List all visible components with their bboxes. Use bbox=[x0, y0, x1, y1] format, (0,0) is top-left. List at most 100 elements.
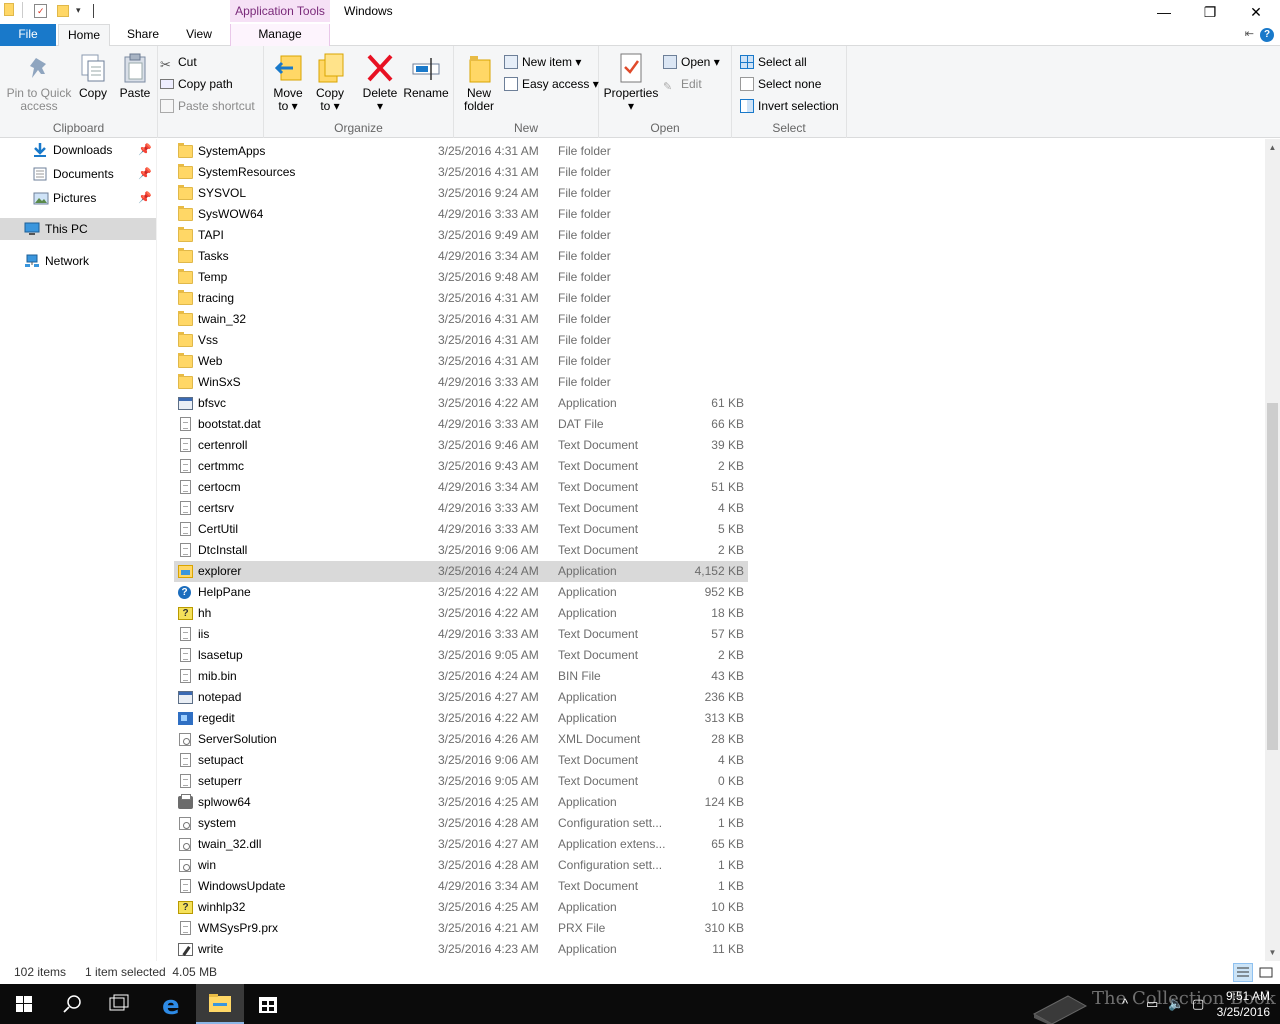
show-hidden-icons-icon[interactable]: ^ bbox=[1122, 996, 1128, 1011]
paste-button[interactable]: Paste bbox=[116, 52, 154, 100]
edit-button[interactable]: ✎ Edit bbox=[663, 74, 702, 94]
file-row[interactable]: Tasks 4/29/2016 3:34 AM File folder bbox=[174, 246, 748, 267]
file-row[interactable]: bfsvc 3/25/2016 4:22 AM Application 61 KB bbox=[174, 393, 748, 414]
nav-item-pictures[interactable]: Pictures 📌 bbox=[0, 187, 156, 209]
file-row[interactable]: SYSVOL 3/25/2016 9:24 AM File folder bbox=[174, 183, 748, 204]
task-view-button[interactable] bbox=[96, 984, 144, 1024]
file-row[interactable]: twain_32.dll 3/25/2016 4:27 AM Application… bbox=[174, 834, 748, 855]
file-row[interactable]: TAPI 3/25/2016 9:49 AM File folder bbox=[174, 225, 748, 246]
pin-icon[interactable]: 📌 bbox=[138, 187, 152, 209]
file-row[interactable]: certenroll 3/25/2016 9:46 AM Text Document… bbox=[174, 435, 748, 456]
select-none-button[interactable]: Select none bbox=[740, 74, 821, 94]
action-center-icon[interactable]: ▢ bbox=[1192, 996, 1204, 1012]
scroll-up-arrow-icon[interactable]: ▲ bbox=[1265, 139, 1280, 156]
file-type: Text Document bbox=[558, 753, 639, 767]
close-button[interactable]: ✕ bbox=[1233, 0, 1279, 24]
pin-to-quick-access-button[interactable]: Pin to Quick access bbox=[4, 52, 74, 113]
file-row[interactable]: Web 3/25/2016 4:31 AM File folder bbox=[174, 351, 748, 372]
file-explorer-taskbar-button[interactable] bbox=[196, 984, 244, 1024]
file-type: Text Document bbox=[558, 774, 639, 788]
file-row[interactable]: system 3/25/2016 4:28 AM Configuration set… bbox=[174, 813, 748, 834]
network-tray-icon[interactable]: ▭ bbox=[1146, 996, 1158, 1012]
new-folder-button[interactable]: New folder bbox=[458, 52, 500, 113]
nav-item-documents[interactable]: Documents 📌 bbox=[0, 163, 156, 185]
large-icons-view-button[interactable] bbox=[1256, 963, 1276, 982]
file-row[interactable]: setuperr 3/25/2016 9:05 AM Text Document 0 … bbox=[174, 771, 748, 792]
delete-button[interactable]: Delete ▾ bbox=[358, 52, 402, 113]
file-row[interactable]: notepad 3/25/2016 4:27 AM Application 236 K… bbox=[174, 687, 748, 708]
file-row[interactable]: win 3/25/2016 4:28 AM Configuration sett..… bbox=[174, 855, 748, 876]
properties-icon[interactable]: ✓ bbox=[34, 4, 47, 18]
file-row[interactable]: bootstat.dat 4/29/2016 3:33 AM DAT File 66 … bbox=[174, 414, 748, 435]
move-to-button[interactable]: Move to ▾ bbox=[268, 52, 308, 113]
scroll-thumb[interactable] bbox=[1267, 403, 1278, 750]
file-row[interactable]: ServerSolution 3/25/2016 4:26 AM XML Docum… bbox=[174, 729, 748, 750]
search-button[interactable] bbox=[48, 984, 96, 1024]
file-size: 0 KB bbox=[717, 774, 744, 788]
file-name: certenroll bbox=[198, 438, 248, 452]
copy-button[interactable]: Copy bbox=[74, 52, 112, 100]
volume-icon[interactable]: 🔈 bbox=[1168, 996, 1184, 1012]
file-row[interactable]: ? hh 3/25/2016 4:22 AM Application 18 KB bbox=[174, 603, 748, 624]
file-row[interactable]: ? winhlp32 3/25/2016 4:25 AM Application 10 … bbox=[174, 897, 748, 918]
file-row[interactable]: Temp 3/25/2016 9:48 AM File folder bbox=[174, 267, 748, 288]
file-row[interactable]: write 3/25/2016 4:23 AM Application 11 KB bbox=[174, 939, 748, 960]
tab-manage[interactable]: Manage bbox=[230, 24, 330, 46]
file-row[interactable]: twain_32 3/25/2016 4:31 AM File folder bbox=[174, 309, 748, 330]
file-row[interactable]: ? HelpPane 3/25/2016 4:22 AM Application 952… bbox=[174, 582, 748, 603]
minimize-button[interactable]: — bbox=[1141, 0, 1187, 24]
file-row[interactable]: mib.bin 3/25/2016 4:24 AM BIN File 43 KB bbox=[174, 666, 748, 687]
easy-access-button[interactable]: Easy access ▾ bbox=[504, 74, 599, 94]
file-row[interactable]: splwow64 3/25/2016 4:25 AM Application 124 … bbox=[174, 792, 748, 813]
file-row[interactable]: certsrv 4/29/2016 3:33 AM Text Document 4 K… bbox=[174, 498, 748, 519]
tab-file[interactable]: File bbox=[0, 24, 56, 46]
tab-share[interactable]: Share bbox=[118, 24, 168, 46]
scroll-down-arrow-icon[interactable]: ▼ bbox=[1265, 944, 1280, 961]
new-item-button[interactable]: New item ▾ bbox=[504, 52, 581, 72]
file-date: 3/25/2016 9:46 AM bbox=[438, 438, 539, 452]
file-row[interactable]: DtcInstall 3/25/2016 9:06 AM Text Document… bbox=[174, 540, 748, 561]
nav-item-downloads[interactable]: Downloads 📌 bbox=[0, 139, 156, 161]
file-row[interactable]: CertUtil 4/29/2016 3:33 AM Text Document 5 … bbox=[174, 519, 748, 540]
select-all-button[interactable]: Select all bbox=[740, 52, 807, 72]
file-row[interactable]: SystemResources 3/25/2016 4:31 AM File fol… bbox=[174, 162, 748, 183]
file-row[interactable]: SystemApps 3/25/2016 4:31 AM File folder bbox=[174, 141, 748, 162]
file-row[interactable]: SysWOW64 4/29/2016 3:33 AM File folder bbox=[174, 204, 748, 225]
pin-icon[interactable]: 📌 bbox=[138, 163, 152, 185]
vertical-scrollbar[interactable]: ▲ ▼ bbox=[1265, 139, 1280, 961]
file-date: 3/25/2016 4:31 AM bbox=[438, 165, 539, 179]
details-view-button[interactable] bbox=[1233, 963, 1253, 982]
nav-item-this-pc[interactable]: This PC bbox=[0, 218, 156, 240]
properties-button[interactable]: Properties ▾ bbox=[603, 52, 659, 113]
customize-qat-icon[interactable]: ▾ bbox=[76, 5, 81, 16]
new-folder-icon[interactable] bbox=[57, 5, 69, 17]
copy-to-button[interactable]: Copy to ▾ bbox=[310, 52, 350, 113]
pin-icon[interactable]: 📌 bbox=[138, 139, 152, 161]
tab-view[interactable]: View bbox=[176, 24, 222, 46]
pin-ribbon-icon[interactable]: ⇤ bbox=[1245, 27, 1254, 40]
file-row[interactable]: tracing 3/25/2016 4:31 AM File folder bbox=[174, 288, 748, 309]
maximize-button[interactable]: ❐ bbox=[1187, 0, 1233, 24]
start-button[interactable] bbox=[0, 984, 48, 1024]
file-row[interactable]: regedit 3/25/2016 4:22 AM Application 313 K… bbox=[174, 708, 748, 729]
file-row[interactable]: iis 4/29/2016 3:33 AM Text Document 57 KB bbox=[174, 624, 748, 645]
nav-item-network[interactable]: Network bbox=[0, 250, 156, 272]
file-row[interactable]: WMSysPr9.prx 3/25/2016 4:21 AM PRX File 310… bbox=[174, 918, 748, 939]
invert-selection-button[interactable]: Invert selection bbox=[740, 96, 839, 116]
open-button[interactable]: Open ▾ bbox=[663, 52, 720, 72]
file-row[interactable]: WindowsUpdate 4/29/2016 3:34 AM Text Docum… bbox=[174, 876, 748, 897]
file-row[interactable]: Vss 3/25/2016 4:31 AM File folder bbox=[174, 330, 748, 351]
store-button[interactable] bbox=[244, 984, 292, 1024]
tab-home[interactable]: Home bbox=[58, 24, 110, 47]
file-row[interactable]: setupact 3/25/2016 9:06 AM Text Document 4 … bbox=[174, 750, 748, 771]
file-row[interactable]: explorer 3/25/2016 4:24 AM Application 4,15… bbox=[174, 561, 748, 582]
help-icon[interactable]: ? bbox=[1260, 28, 1274, 42]
edge-browser-button[interactable]: e bbox=[148, 984, 196, 1024]
file-row[interactable]: lsasetup 3/25/2016 9:05 AM Text Document 2 … bbox=[174, 645, 748, 666]
file-row[interactable]: certocm 4/29/2016 3:34 AM Text Document 51 … bbox=[174, 477, 748, 498]
file-row[interactable]: WinSxS 4/29/2016 3:33 AM File folder bbox=[174, 372, 748, 393]
rename-button[interactable]: Rename bbox=[402, 52, 450, 100]
file-date: 4/29/2016 3:34 AM bbox=[438, 249, 539, 263]
file-row[interactable]: certmmc 3/25/2016 9:43 AM Text Document 2 K… bbox=[174, 456, 748, 477]
clock[interactable]: 9:51 AM 3/25/2016 bbox=[1217, 988, 1270, 1020]
